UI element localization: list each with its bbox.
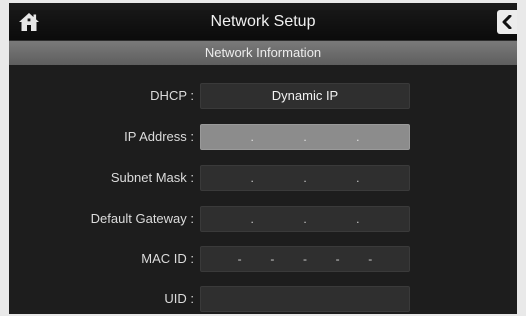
separator: - xyxy=(368,252,373,266)
dhcp-row: DHCP : Dynamic IP xyxy=(9,83,517,109)
separator: . xyxy=(303,212,307,226)
default-gateway-separators: . . . xyxy=(201,207,409,231)
uid-field[interactable] xyxy=(200,286,410,312)
ip-address-field[interactable]: . . . xyxy=(200,124,410,150)
section-header: Network Information xyxy=(9,41,517,65)
separator: - xyxy=(302,252,307,266)
separator: . xyxy=(356,171,360,185)
separator: - xyxy=(237,252,242,266)
mac-id-label: MAC ID : xyxy=(141,251,194,266)
default-gateway-label: Default Gateway : xyxy=(90,211,194,226)
separator: . xyxy=(250,130,254,144)
subnet-mask-separators: . . . xyxy=(201,166,409,190)
dhcp-field[interactable]: Dynamic IP xyxy=(200,83,410,109)
separator: . xyxy=(250,212,254,226)
screen-frame: Network Setup Network Information DHCP :… xyxy=(9,3,517,314)
title-bar: Network Setup xyxy=(9,3,517,41)
subnet-mask-row: Subnet Mask : . . . xyxy=(9,165,517,191)
mac-id-separators: - - - - - xyxy=(201,247,409,271)
mac-id-field[interactable]: - - - - - xyxy=(200,246,410,272)
ip-address-label: IP Address : xyxy=(124,129,194,144)
ip-address-separators: . . . xyxy=(201,125,409,149)
default-gateway-row: Default Gateway : . . . xyxy=(9,206,517,232)
separator: . xyxy=(250,171,254,185)
separator: . xyxy=(303,171,307,185)
subnet-mask-label: Subnet Mask : xyxy=(110,170,194,185)
subnet-mask-field[interactable]: . . . xyxy=(200,165,410,191)
separator: - xyxy=(335,252,340,266)
separator: - xyxy=(270,252,275,266)
default-gateway-field[interactable]: . . . xyxy=(200,206,410,232)
uid-label: UID : xyxy=(164,291,194,306)
dhcp-label: DHCP : xyxy=(150,88,194,103)
ip-address-row: IP Address : . . . xyxy=(9,124,517,150)
uid-row: UID : xyxy=(9,286,517,312)
back-button[interactable] xyxy=(497,10,517,34)
separator: . xyxy=(303,130,307,144)
network-info-panel: DHCP : Dynamic IP IP Address : . . . Sub… xyxy=(9,65,517,314)
separator: . xyxy=(356,212,360,226)
mac-id-row: MAC ID : - - - - - xyxy=(9,246,517,272)
chevron-left-icon xyxy=(502,15,512,29)
page-title: Network Setup xyxy=(210,13,316,30)
separator: . xyxy=(356,130,360,144)
